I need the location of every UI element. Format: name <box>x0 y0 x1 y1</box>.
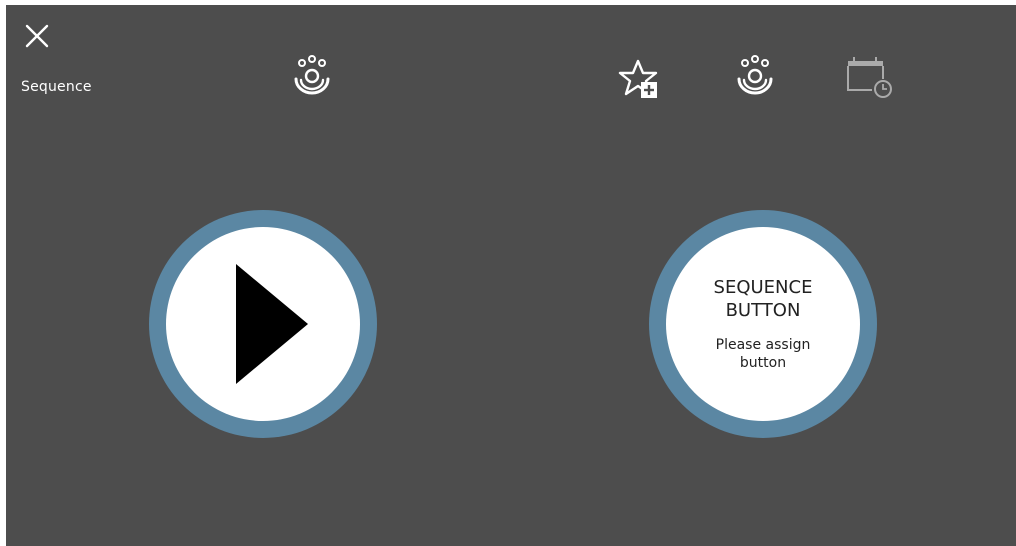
star-plus-icon <box>618 59 658 98</box>
sequence-button-subtitle: Please assign button <box>715 337 811 371</box>
play-button-face <box>166 227 360 421</box>
sequence-therapy-button[interactable] <box>288 53 336 101</box>
sequence-screen: Sequence SEQUENCE BUTTON Please assign b… <box>6 5 1016 546</box>
sequence-button-title: SEQUENCE BUTTON <box>713 277 813 321</box>
schedule-button[interactable] <box>844 54 894 100</box>
add-favorite-button[interactable] <box>618 58 664 104</box>
play-icon <box>236 264 308 384</box>
close-icon <box>25 24 49 48</box>
calendar-clock-icon <box>847 57 892 98</box>
hydro-therapy-icon <box>294 55 330 95</box>
therapy-button[interactable] <box>731 53 779 101</box>
hydro-therapy-icon <box>737 55 773 95</box>
sequence-button-face: SEQUENCE BUTTON Please assign button <box>666 227 860 421</box>
page-title: Sequence <box>21 79 92 95</box>
close-button[interactable] <box>24 23 50 49</box>
sequence-button[interactable]: SEQUENCE BUTTON Please assign button <box>649 210 877 438</box>
play-button[interactable] <box>149 210 377 438</box>
